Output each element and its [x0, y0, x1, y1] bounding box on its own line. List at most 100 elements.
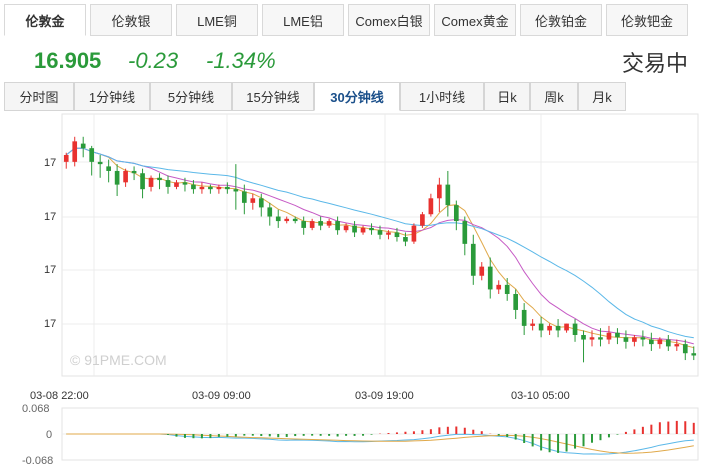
trading-status: 交易中	[621, 51, 688, 76]
candle-56	[538, 316, 544, 338]
x-tick-1: 03-09 09:00	[192, 390, 251, 402]
period-tab-2[interactable]: 5分钟线	[150, 82, 232, 111]
candle-48	[470, 234, 476, 285]
candle-52	[504, 278, 510, 301]
period-tab-5[interactable]: 1小时线	[400, 82, 484, 111]
x-axis-ticks: 03-08 22:00 03-09 09:00 03-09 19:00 03-10 0…	[30, 390, 570, 402]
candle-55	[530, 319, 535, 331]
candle-68	[640, 330, 646, 347]
candle-41	[411, 223, 417, 244]
candle-71	[665, 334, 671, 351]
watermark-text: © 91PME.COM	[70, 352, 167, 368]
candle-74	[691, 346, 697, 361]
ma-line-10	[65, 147, 694, 345]
indicator-panel: 0.068 0 -0.068	[22, 403, 699, 467]
candle-28	[301, 216, 307, 235]
candle-29	[309, 218, 315, 231]
last-price: 16.905	[34, 48, 102, 73]
y-tick-2: 17	[44, 264, 56, 276]
price-change: -0.23	[128, 48, 179, 73]
candle-53	[513, 289, 519, 320]
candle-64	[606, 325, 612, 345]
product-tab-1[interactable]: 伦敦银	[90, 4, 172, 36]
candle-44	[437, 177, 442, 212]
indicator-tick-0: 0.068	[22, 403, 50, 415]
period-tab-8[interactable]: 月k	[578, 82, 626, 111]
candle-6	[114, 164, 120, 197]
candle-67	[632, 334, 637, 347]
candle-12	[165, 175, 171, 194]
candle-26	[284, 216, 290, 224]
candle-45	[445, 170, 451, 217]
candle-58	[555, 319, 561, 338]
period-tab-0[interactable]: 分时图	[4, 82, 74, 111]
candle-57	[547, 323, 552, 335]
candle-32	[335, 216, 340, 235]
candle-7	[123, 168, 128, 187]
candlestick-chart: © 91PME.COM 17 17 17 17 03-08 22:00 03-09 09…	[22, 113, 699, 467]
x-tick-2: 03-09 19:00	[355, 390, 414, 402]
y-axis-ticks: 17 17 17 17	[44, 157, 56, 330]
candle-3	[89, 145, 95, 176]
ma-line-20	[65, 147, 694, 339]
candle-42	[420, 211, 425, 228]
candle-61	[581, 330, 586, 363]
candle-5	[106, 159, 111, 183]
candle-2	[80, 136, 86, 158]
candle-16	[199, 182, 205, 194]
candle-8	[131, 166, 137, 181]
candle-43	[428, 193, 434, 217]
y-tick-1: 17	[44, 211, 56, 223]
x-tick-0: 03-08 22:00	[30, 390, 89, 402]
y-tick-3: 17	[44, 318, 56, 330]
candle-19	[225, 182, 230, 194]
period-tab-4[interactable]: 30分钟线	[314, 82, 400, 111]
candle-36	[369, 223, 374, 235]
candle-9	[140, 168, 145, 199]
candle-47	[462, 216, 468, 256]
candle-59	[564, 323, 569, 333]
quote-bar: 16.905 -0.23 -1.34% 交易中	[0, 40, 706, 80]
indicator-tick-1: 0	[46, 429, 52, 441]
product-tab-5[interactable]: Comex黄金	[434, 4, 516, 36]
candle-49	[479, 262, 485, 281]
product-tab-3[interactable]: LME铝	[262, 4, 344, 36]
product-tabs: 伦敦金 伦敦银 LME铜 LME铝 Comex白银 Comex黄金 伦敦铂金 伦敦钯金	[0, 4, 706, 38]
product-tab-4[interactable]: Comex白银	[348, 4, 430, 36]
product-tab-6[interactable]: 伦敦铂金	[520, 4, 602, 36]
candle-66	[623, 330, 629, 349]
candle-31	[326, 218, 332, 228]
period-tab-7[interactable]: 周k	[530, 82, 578, 111]
candle-65	[615, 328, 620, 345]
candle-18	[216, 184, 222, 194]
candle-0	[63, 152, 69, 169]
product-tab-2[interactable]: LME铜	[176, 4, 258, 36]
y-tick-0: 17	[44, 157, 56, 169]
period-tab-1[interactable]: 1分钟线	[74, 82, 150, 111]
candle-30	[318, 216, 323, 231]
candle-34	[352, 221, 357, 238]
candle-10	[148, 175, 154, 192]
product-tab-7[interactable]: 伦敦钯金	[606, 4, 688, 36]
price-change-percent: -1.34%	[206, 48, 276, 73]
candle-24	[267, 202, 273, 226]
x-tick-3: 03-10 05:00	[511, 390, 570, 402]
candle-11	[157, 173, 162, 190]
candle-50	[487, 257, 493, 299]
period-tab-6[interactable]: 日k	[484, 82, 530, 111]
candle-54	[521, 303, 527, 335]
indicator-tick-2: -0.068	[22, 455, 53, 467]
candle-72	[674, 339, 680, 351]
candle-22	[250, 193, 256, 210]
product-tab-0[interactable]: 伦敦金	[4, 4, 86, 36]
candle-4	[97, 155, 103, 178]
candle-13	[174, 180, 179, 190]
candle-25	[275, 209, 281, 228]
candle-69	[649, 332, 654, 351]
candle-73	[682, 339, 688, 361]
candle-60	[572, 319, 578, 342]
plot-frame	[61, 113, 699, 377]
period-tab-3[interactable]: 15分钟线	[232, 82, 314, 111]
chart-grid	[61, 113, 699, 377]
candle-51	[496, 280, 502, 294]
